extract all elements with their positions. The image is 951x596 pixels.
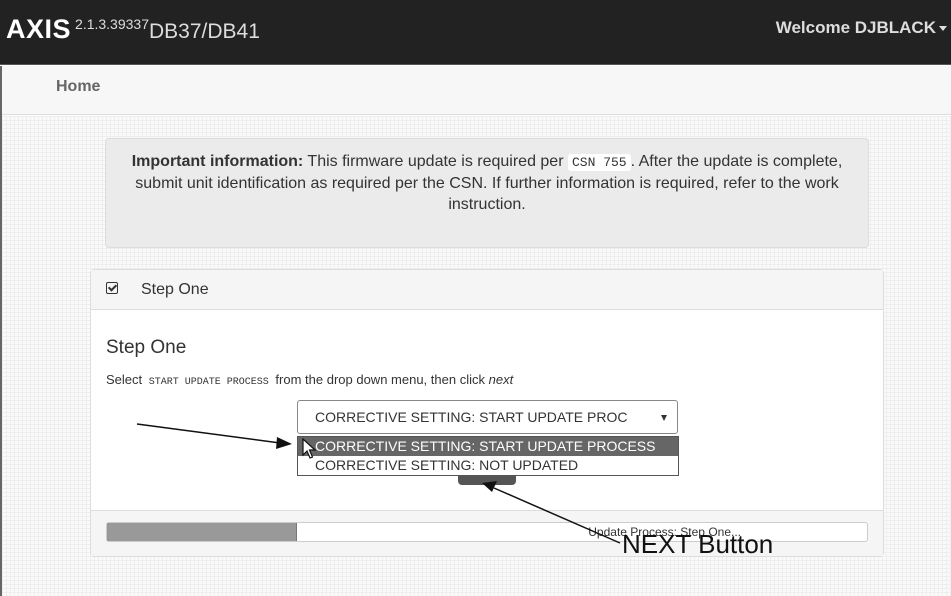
page-frame: Home Important information: This firmwar…: [0, 66, 951, 596]
main-content: Important information: This firmware upd…: [2, 116, 951, 596]
caret-down-icon: [939, 26, 947, 32]
step-panel: Step One Step One Select START UPDATE PR…: [90, 269, 884, 557]
dropdown-list: CORRECTIVE SETTING: START UPDATE PROCESS…: [297, 436, 679, 476]
dropdown-option-start-update[interactable]: CORRECTIVE SETTING: START UPDATE PROCESS: [298, 437, 678, 456]
welcome-text: Welcome DJBLACK: [775, 18, 936, 37]
alert-code: CSN 755: [567, 154, 631, 171]
update-select[interactable]: CORRECTIVE SETTING: START UPDATE PROC: [297, 400, 678, 434]
desc-code: START UPDATE PROCESS: [148, 377, 269, 388]
important-info-alert: Important information: This firmware upd…: [105, 138, 869, 248]
brand-name: AXIS: [6, 14, 72, 44]
select-value: CORRECTIVE SETTING: START UPDATE PROC: [315, 409, 628, 425]
annotation-next-button-label: NEXT Button: [622, 529, 774, 559]
check-square-icon: [106, 282, 118, 294]
desc-next: next: [488, 372, 514, 387]
alert-text-before: This firmware update is required per: [307, 153, 564, 170]
brand-version: 2.1.3.39337: [75, 16, 149, 32]
step-heading: Step One: [106, 337, 187, 358]
dropdown-option-not-updated[interactable]: CORRECTIVE SETTING: NOT UPDATED: [298, 456, 678, 475]
step-description: Select START UPDATE PROCESS from the dro…: [106, 372, 513, 388]
user-menu[interactable]: Welcome DJBLACK: [776, 18, 947, 38]
desc-prefix: Select: [106, 372, 143, 387]
desc-middle: from the drop down menu, then click: [275, 372, 485, 387]
next-button[interactable]: [458, 475, 516, 485]
panel-heading[interactable]: Step One: [91, 270, 883, 310]
breadcrumb: Home: [2, 66, 951, 115]
breadcrumb-home-link[interactable]: Home: [56, 78, 100, 96]
dropdown-arrow-icon: [661, 415, 667, 421]
top-navbar: AXIS 2.1.3.39337DB37/DB41 Welcome DJBLACK: [0, 0, 951, 65]
alert-strong: Important information:: [131, 153, 304, 170]
brand[interactable]: AXIS 2.1.3.39337DB37/DB41: [6, 14, 260, 45]
panel-title: Step One: [141, 281, 209, 298]
brand-model: DB37/DB41: [149, 20, 260, 43]
